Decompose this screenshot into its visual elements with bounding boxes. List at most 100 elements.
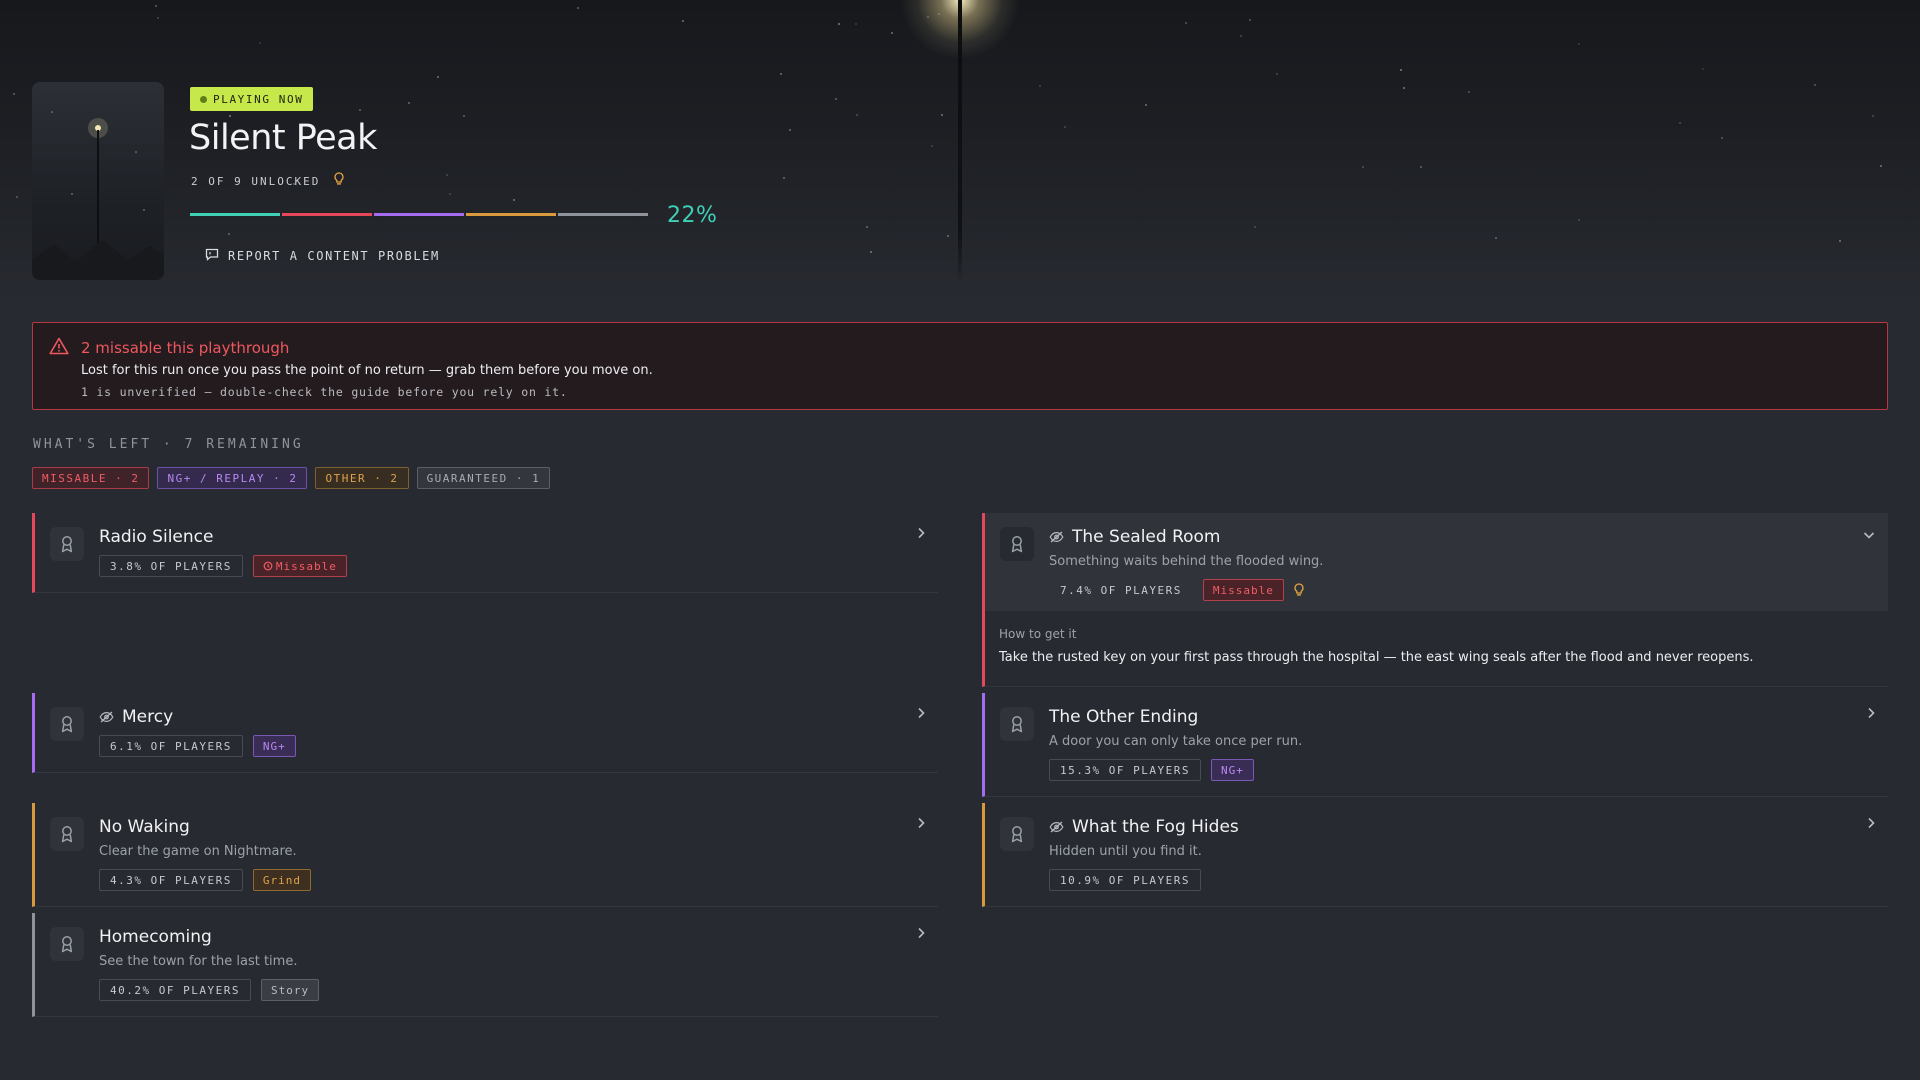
playing-now-badge: PLAYING NOW xyxy=(190,87,314,111)
banner-note: 1 is unverified — double-check the guide… xyxy=(81,385,568,399)
achievement-description: Something waits behind the flooded wing. xyxy=(1049,554,1324,569)
achievement-title-text: The Other Ending xyxy=(1049,707,1199,727)
star xyxy=(941,114,943,116)
achievement-tags: 40.2% OF PLAYERS Story xyxy=(99,979,320,1001)
report-flag-icon xyxy=(205,248,219,264)
chevron-right-icon[interactable] xyxy=(916,925,926,944)
achievement-description: See the town for the last time. xyxy=(99,954,298,969)
rarity-stat: 7.4% OF PLAYERS xyxy=(1060,583,1182,597)
star xyxy=(1362,166,1364,168)
star xyxy=(1468,91,1470,93)
star xyxy=(463,115,465,117)
game-cover-art xyxy=(32,82,164,280)
star xyxy=(780,73,782,75)
hint-bulb-icon[interactable] xyxy=(1294,583,1304,597)
star xyxy=(155,5,157,7)
filter-chip-guaranteed[interactable]: GUARANTEED · 1 xyxy=(416,467,551,489)
achievement-tags: 3.8% OF PLAYERS Missable xyxy=(99,555,347,577)
achievement-homecoming[interactable]: Homecoming See the town for the last tim… xyxy=(32,913,938,1017)
star xyxy=(16,196,18,198)
achievement-tags: 10.9% OF PLAYERS xyxy=(1049,869,1201,891)
progress-segment xyxy=(374,213,464,216)
chevron-right-icon[interactable] xyxy=(1866,705,1876,724)
game-title: Silent Peak xyxy=(189,118,377,158)
star xyxy=(1403,87,1405,89)
achievement-title: What the Fog Hides xyxy=(1049,817,1239,837)
rarity-stat: 40.2% OF PLAYERS xyxy=(99,979,251,1001)
achievement-title-text: Homecoming xyxy=(99,927,212,947)
lamp-pole xyxy=(958,0,962,285)
star xyxy=(838,23,840,25)
achievement-fog-hides[interactable]: What the Fog Hides Hidden until you find… xyxy=(982,803,1888,907)
playing-now-label: PLAYING NOW xyxy=(213,92,304,106)
star xyxy=(1702,68,1704,70)
star xyxy=(1839,240,1841,242)
achievement-radio-silence[interactable]: Radio Silence 3.8% OF PLAYERS Missable xyxy=(32,513,938,593)
star xyxy=(1578,219,1580,221)
star xyxy=(835,98,837,100)
star xyxy=(513,199,515,201)
achievement-mercy[interactable]: Mercy 6.1% OF PLAYERS NG+ xyxy=(32,693,938,773)
star xyxy=(1578,43,1580,45)
achievement-title: The Sealed Room xyxy=(1049,527,1220,547)
rarity-stat: 3.8% OF PLAYERS xyxy=(99,555,243,577)
chevron-right-icon[interactable] xyxy=(916,815,926,834)
star xyxy=(866,226,868,228)
how-to-get-panel: How to get it Take the rusted key on you… xyxy=(982,608,1888,687)
story-tag: Story xyxy=(260,979,320,1001)
star xyxy=(1721,137,1723,139)
missable-tag-label: Missable xyxy=(275,559,337,573)
rarity-stat: 10.9% OF PLAYERS xyxy=(1049,869,1201,891)
filter-chip-other[interactable]: OTHER · 2 xyxy=(315,467,409,489)
star xyxy=(1400,69,1402,71)
status-dot-icon xyxy=(200,95,207,103)
progress-segment xyxy=(282,213,372,216)
star xyxy=(1039,85,1041,87)
achievement-tags: 4.3% OF PLAYERS Grind xyxy=(99,869,311,891)
achievement-no-waking[interactable]: No Waking Clear the game on Nightmare. 4… xyxy=(32,803,938,907)
star xyxy=(891,32,893,34)
achievement-description: Clear the game on Nightmare. xyxy=(99,844,297,859)
star xyxy=(449,193,451,195)
achievement-tags: 15.3% OF PLAYERS NG+ xyxy=(1049,759,1254,781)
how-to-get-text: Take the rusted key on your first pass t… xyxy=(999,650,1754,665)
chevron-right-icon[interactable] xyxy=(916,705,926,724)
star xyxy=(1495,237,1497,239)
report-problem-link[interactable]: REPORT A CONTENT PROBLEM xyxy=(205,248,440,264)
progress-segment xyxy=(466,213,556,216)
star xyxy=(789,129,791,131)
filter-chip-ng-replay[interactable]: NG+ / REPLAY · 2 xyxy=(157,467,308,489)
star xyxy=(856,114,858,116)
how-to-get-label: How to get it xyxy=(999,627,1077,641)
star xyxy=(229,115,231,117)
banner-text: Lost for this run once you pass the poin… xyxy=(81,363,653,378)
star xyxy=(1254,226,1256,228)
rarity-stat: 15.3% OF PLAYERS xyxy=(1049,759,1201,781)
chevron-right-icon[interactable] xyxy=(916,525,926,544)
achievement-medal-icon xyxy=(50,707,84,741)
unlocked-count: 2 OF 9 UNLOCKED xyxy=(191,172,344,190)
chevron-right-icon[interactable] xyxy=(1866,815,1876,834)
star xyxy=(855,23,857,25)
achievement-medal-icon xyxy=(1000,527,1034,561)
star xyxy=(1064,126,1066,128)
achievement-title-text: Mercy xyxy=(122,707,174,727)
star xyxy=(437,76,439,78)
ng-plus-tag: NG+ xyxy=(1210,759,1254,781)
filter-chip-missable[interactable]: MISSABLE · 2 xyxy=(32,467,150,489)
star xyxy=(1145,104,1147,106)
achievement-sealed-room[interactable]: The Sealed Room Something waits behind t… xyxy=(982,513,1888,611)
achievement-title-text: The Sealed Room xyxy=(1072,527,1221,547)
star xyxy=(1880,165,1882,167)
star xyxy=(931,145,933,147)
achievement-other-ending[interactable]: The Other Ending A door you can only tak… xyxy=(982,693,1888,797)
hint-bulb-icon[interactable] xyxy=(334,172,344,190)
star xyxy=(228,233,230,235)
star xyxy=(1185,22,1187,24)
rarity-stat: 4.3% OF PLAYERS xyxy=(99,869,243,891)
chevron-down-icon[interactable] xyxy=(1862,525,1876,544)
warning-triangle-icon xyxy=(49,337,69,359)
filter-chips: MISSABLE · 2 NG+ / REPLAY · 2 OTHER · 2 … xyxy=(32,467,551,489)
missable-warning-banner: 2 missable this playthrough Lost for thi… xyxy=(32,322,1888,410)
achievement-title: Mercy xyxy=(99,707,173,727)
